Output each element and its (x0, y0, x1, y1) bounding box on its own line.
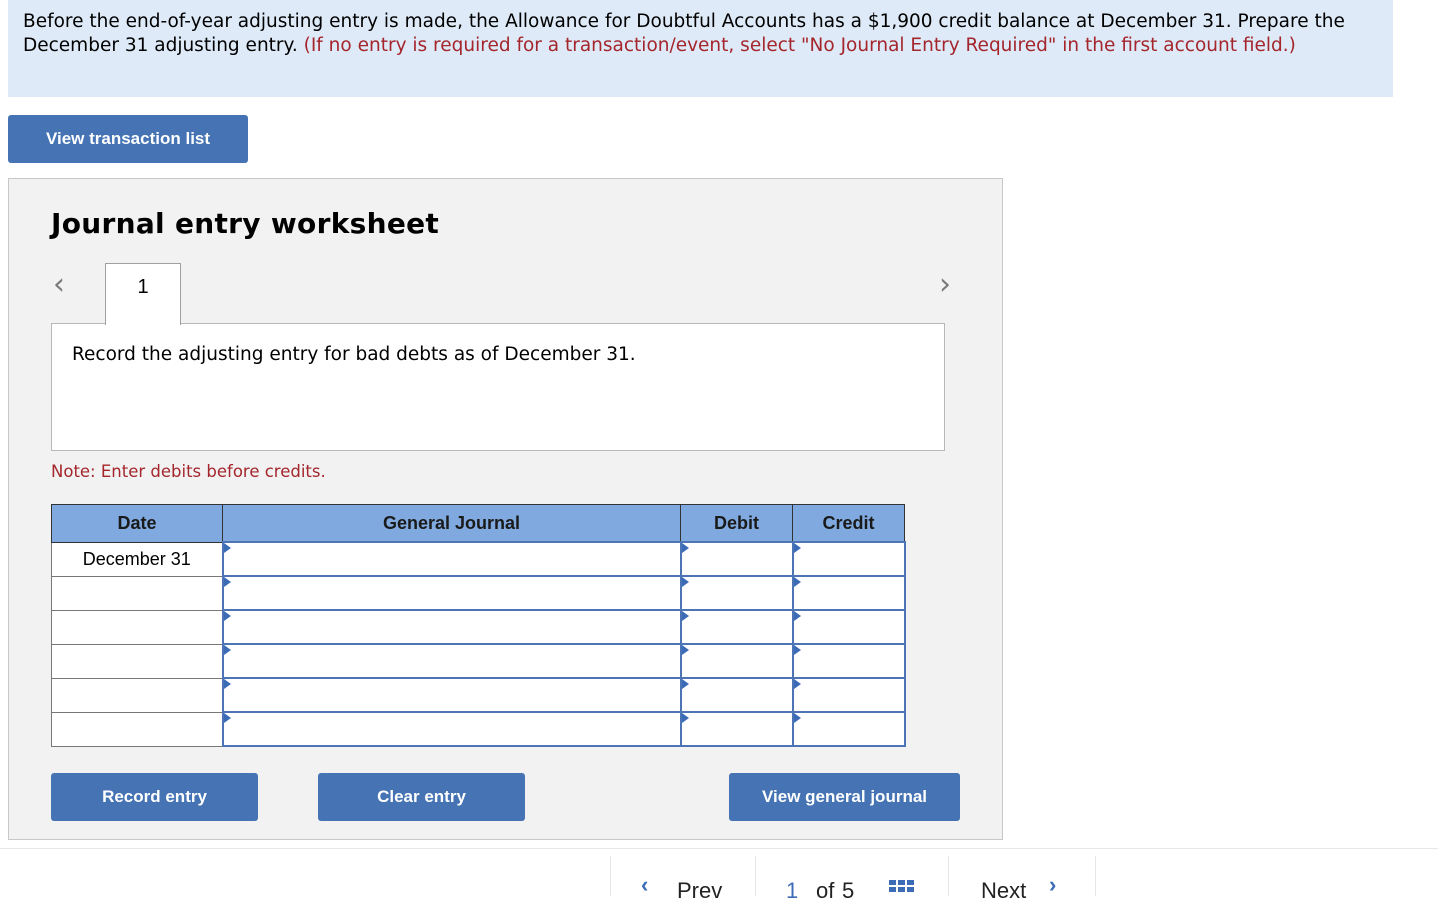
account-input[interactable] (221, 609, 682, 645)
next-label: Next (981, 878, 1027, 903)
entry-note: Note: Enter debits before credits. (51, 462, 326, 481)
table-row (51, 677, 906, 713)
table-header-row: Date General Journal Debit Credit (51, 504, 905, 543)
instruction-text: Record the adjusting entry for bad debts… (72, 344, 636, 365)
view-general-journal-button[interactable]: View general journal (729, 773, 960, 821)
account-input[interactable] (221, 711, 682, 747)
date-cell (51, 609, 223, 645)
date-cell (51, 711, 223, 747)
table-row (51, 643, 906, 679)
question-prompt: Before the end-of-year adjusting entry i… (8, 0, 1393, 97)
table-row (51, 575, 906, 611)
column-header-date: Date (51, 504, 223, 543)
account-input[interactable] (221, 541, 682, 577)
total-pages: 5 (842, 878, 855, 903)
prev-label: Prev (677, 878, 723, 903)
date-cell: December 31 (51, 541, 223, 577)
credit-input[interactable] (791, 609, 906, 645)
clear-entry-button[interactable]: Clear entry (318, 773, 525, 821)
next-chevron-icon: › (1049, 872, 1057, 897)
record-entry-button[interactable]: Record entry (51, 773, 258, 821)
next-entry-arrow-icon[interactable]: › (939, 267, 951, 302)
debit-input[interactable] (679, 711, 794, 747)
table-row (51, 609, 906, 645)
entry-instruction: Record the adjusting entry for bad debts… (51, 323, 945, 451)
table-row (51, 711, 906, 747)
column-header-credit: Credit (792, 504, 905, 543)
date-cell (51, 677, 223, 713)
credit-input[interactable] (791, 643, 906, 679)
debit-input[interactable] (679, 643, 794, 679)
view-transaction-list-button[interactable]: View transaction list (8, 115, 248, 163)
debit-input[interactable] (679, 541, 794, 577)
column-header-debit: Debit (680, 504, 793, 543)
prev-entry-arrow-icon[interactable]: ‹ (53, 267, 65, 302)
footer-divider (0, 848, 1438, 849)
debit-input[interactable] (679, 609, 794, 645)
column-header-general-journal: General Journal (222, 504, 681, 543)
next-page-button[interactable]: Next › (948, 856, 1096, 903)
prev-chevron-icon: ‹ (641, 872, 649, 897)
credit-input[interactable] (791, 677, 906, 713)
journal-table: Date General Journal Debit Credit Decemb… (51, 504, 906, 747)
account-input[interactable] (221, 677, 682, 713)
date-cell (51, 643, 223, 679)
of-label: of (816, 878, 835, 903)
prompt-instruction: (If no entry is required for a transacti… (303, 35, 1296, 56)
journal-entry-worksheet: Journal entry worksheet ‹ › 1 Record the… (8, 178, 1003, 840)
date-cell (51, 575, 223, 611)
page-indicator[interactable]: 1 of 5 (755, 856, 949, 903)
table-row: December 31 (51, 541, 906, 577)
prev-page-button[interactable]: ‹ Prev (610, 856, 756, 903)
worksheet-title: Journal entry worksheet (51, 207, 440, 240)
debit-input[interactable] (679, 677, 794, 713)
credit-input[interactable] (791, 575, 906, 611)
credit-input[interactable] (791, 711, 906, 747)
account-input[interactable] (221, 575, 682, 611)
tab-entry-1[interactable]: 1 (105, 263, 181, 325)
credit-input[interactable] (791, 541, 906, 577)
debit-input[interactable] (679, 575, 794, 611)
grid-icon[interactable] (889, 880, 916, 892)
current-page: 1 (786, 878, 799, 903)
account-input[interactable] (221, 643, 682, 679)
